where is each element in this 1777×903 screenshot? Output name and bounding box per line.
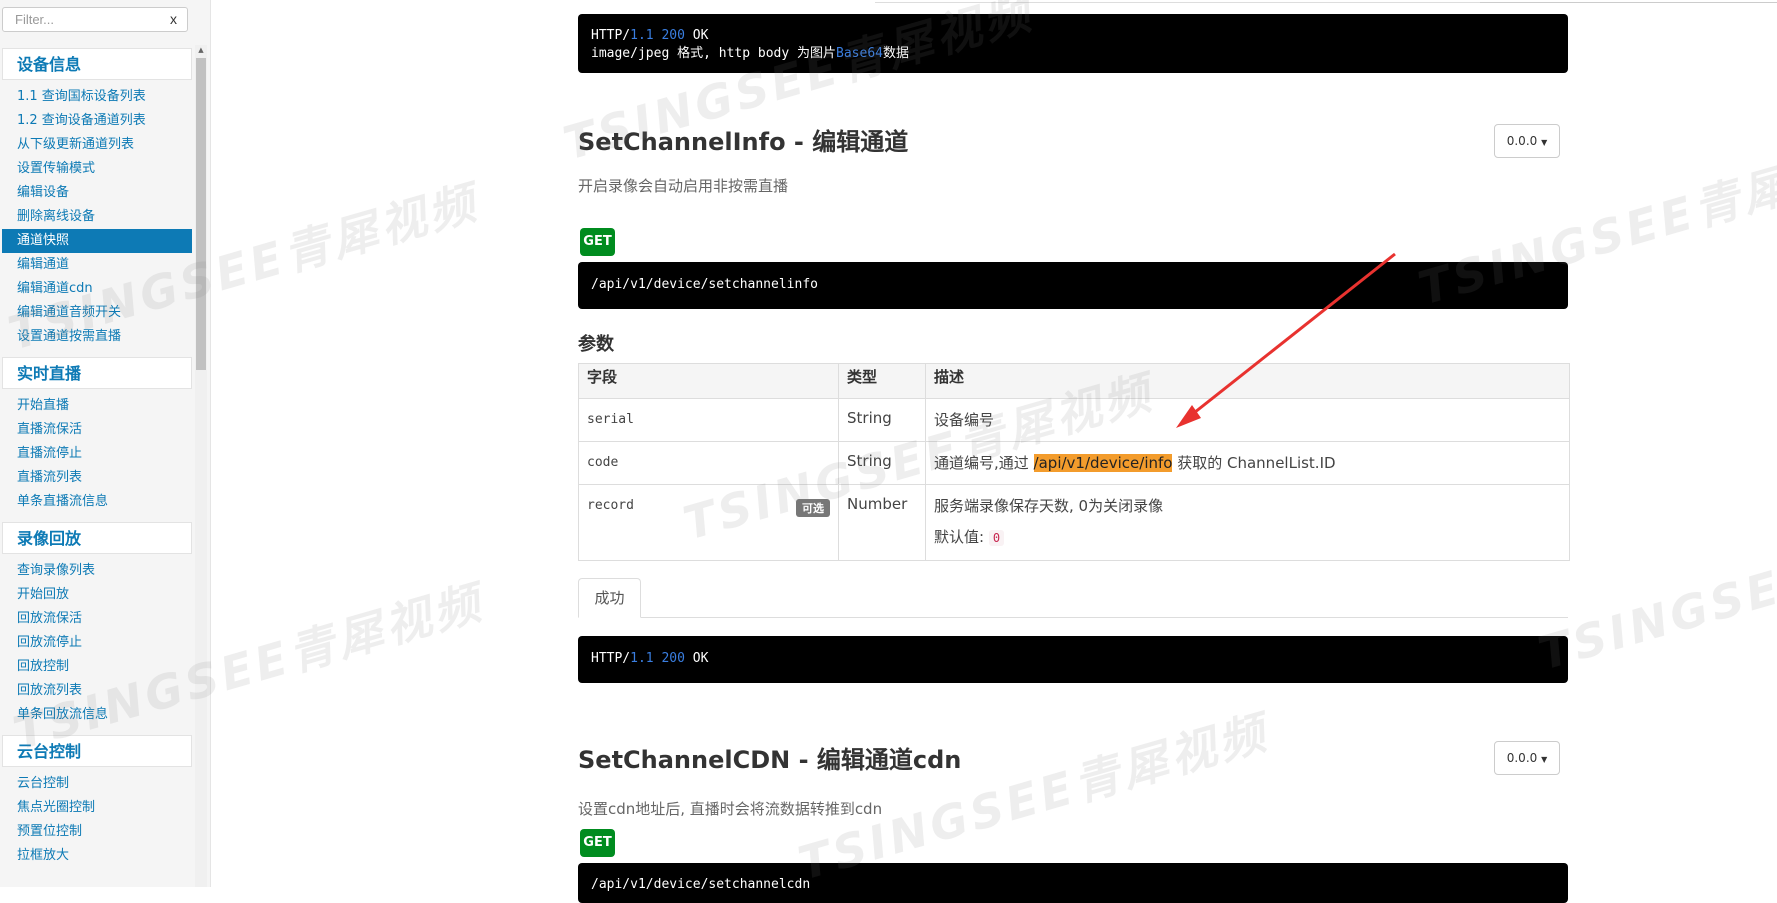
tab-success[interactable]: 成功 xyxy=(578,578,641,618)
sidebar-item[interactable]: 焦点光圈控制 xyxy=(2,796,192,820)
sidebar-item[interactable]: 删除离线设备 xyxy=(2,205,192,229)
method-badge: GET xyxy=(580,829,615,857)
sidebar-item[interactable]: 云台控制 xyxy=(2,772,192,796)
section-description: 设置cdn地址后, 直播时会将流数据转推到cdn xyxy=(578,800,883,818)
nav-item-list: 开始直播 直播流保活 直播流停止 直播流列表 单条直播流信息 xyxy=(2,389,192,514)
response-code-block: HTTP/1.1 200 OK image/jpeg 格式, http body… xyxy=(578,14,1568,73)
sidebar-item[interactable]: 1.2 查询设备通道列表 xyxy=(2,109,192,133)
sidebar-item[interactable]: 单条回放流信息 xyxy=(2,703,192,727)
divider xyxy=(1480,0,1777,3)
header-type: 类型 xyxy=(838,363,926,399)
sidebar-item[interactable]: 开始回放 xyxy=(2,583,192,607)
sidebar-nav: 设备信息 1.1 查询国标设备列表 1.2 查询设备通道列表 从下级更新通道列表 设置传… xyxy=(2,48,192,876)
default-value: 0 xyxy=(988,530,1005,546)
sidebar-item[interactable]: 直播流列表 xyxy=(2,466,192,490)
section-title: SetChannelInfo - 编辑通道 xyxy=(578,128,909,156)
nav-item-list: 查询录像列表 开始回放 回放流保活 回放流停止 回放控制 回放流列表 单条回放流信息 xyxy=(2,554,192,727)
response-line: image/jpeg 格式, http body 为图片Base64数据 xyxy=(591,46,909,61)
version-dropdown[interactable]: 0.0.0 ▼ xyxy=(1494,741,1560,775)
sidebar-item[interactable]: 回放流停止 xyxy=(2,631,192,655)
table-row: record 可选 Number 服务端录像保存天数, 0为关闭录像 默认值: 0 xyxy=(578,484,1570,561)
params-title: 参数 xyxy=(578,334,614,355)
sidebar-item[interactable]: 开始直播 xyxy=(2,394,192,418)
sidebar-item[interactable]: 编辑设备 xyxy=(2,181,192,205)
version-dropdown[interactable]: 0.0.0 ▼ xyxy=(1494,124,1560,158)
cell-field: code xyxy=(578,441,839,485)
nav-group: 设备信息 1.1 查询国标设备列表 1.2 查询设备通道列表 从下级更新通道列表 设置传… xyxy=(2,48,192,349)
sidebar-item[interactable]: 回放流保活 xyxy=(2,607,192,631)
cell-type: Number xyxy=(838,484,926,561)
table-row: serial String 设备编号 xyxy=(578,398,1570,442)
nav-group: 录像回放 查询录像列表 开始回放 回放流保活 回放流停止 回放控制 回放流列表 单条回放流信息 xyxy=(2,522,192,727)
sidebar: x 设备信息1.1 查询国标设备列表1.2 查询设备通道列表从下级更新通道列表设… xyxy=(0,0,211,887)
table-header-row: 字段 类型 描述 xyxy=(578,363,1570,399)
nav-group-header[interactable]: 云台控制 xyxy=(2,735,192,767)
response-tabs-bar xyxy=(578,617,1568,618)
cell-type: String xyxy=(838,398,926,442)
nav-item-list: 1.1 查询国标设备列表 1.2 查询设备通道列表 从下级更新通道列表 设置传输模式编… xyxy=(2,80,192,349)
section-title: SetChannelCDN - 编辑通道cdn xyxy=(578,746,962,774)
sidebar-item[interactable]: 设置传输模式 xyxy=(2,157,192,181)
sidebar-item[interactable]: 回放控制 xyxy=(2,655,192,679)
endpoint-path: /api/v1/device/setchannelinfo xyxy=(591,277,818,292)
sidebar-item[interactable]: 回放流列表 xyxy=(2,679,192,703)
header-desc: 描述 xyxy=(925,363,1570,399)
sidebar-item[interactable]: 查询录像列表 xyxy=(2,559,192,583)
sidebar-item[interactable]: 编辑通道 xyxy=(2,253,192,277)
cell-desc: 设备编号 xyxy=(925,398,1570,442)
nav-item-list: 云台控制 焦点光圈控制 预置位控制 拉框放大 xyxy=(2,767,192,868)
caret-down-icon: ▼ xyxy=(1541,755,1548,764)
highlighted-link[interactable]: /api/v1/device/info xyxy=(1033,454,1173,472)
scroll-thumb[interactable] xyxy=(196,58,206,370)
cell-desc: 服务端录像保存天数, 0为关闭录像 默认值: 0 xyxy=(925,484,1570,561)
sidebar-item[interactable]: 设置通道按需直播 xyxy=(2,325,192,349)
method-badge: GET xyxy=(580,228,615,256)
response-line: HTTP/1.1 200 OK xyxy=(591,28,709,43)
params-table: 字段 类型 描述 serial String 设备编号 code String … xyxy=(578,363,1570,561)
sidebar-item[interactable]: 通道快照 xyxy=(2,229,192,253)
header-field: 字段 xyxy=(578,363,839,399)
cell-field: record 可选 xyxy=(578,484,839,561)
optional-badge: 可选 xyxy=(796,499,830,517)
sidebar-item[interactable]: 编辑通道cdn xyxy=(2,277,192,301)
sidebar-item[interactable]: 预置位控制 xyxy=(2,820,192,844)
endpoint-code-block: /api/v1/device/setchannelcdn xyxy=(578,863,1568,903)
cell-type: String xyxy=(838,441,926,485)
filter-input[interactable] xyxy=(3,8,165,31)
cell-desc: 通道编号,通过 /api/v1/device/info 获取的 ChannelL… xyxy=(925,441,1570,485)
nav-group-header[interactable]: 录像回放 xyxy=(2,522,192,554)
table-row: code String 通道编号,通过 /api/v1/device/info … xyxy=(578,441,1570,485)
clear-filter-button[interactable]: x xyxy=(170,11,177,27)
main-content: HTTP/1.1 200 OK image/jpeg 格式, http body… xyxy=(210,0,1777,903)
sidebar-scrollbar[interactable]: ▲ xyxy=(195,45,207,887)
nav-group: 云台控制 云台控制 焦点光圈控制 预置位控制 拉框放大 xyxy=(2,735,192,868)
endpoint-path: /api/v1/device/setchannelcdn xyxy=(591,877,811,892)
caret-down-icon: ▼ xyxy=(1541,138,1548,147)
sidebar-item[interactable]: 单条直播流信息 xyxy=(2,490,192,514)
filter-box: x xyxy=(2,7,188,32)
nav-group: 实时直播 开始直播 直播流保活 直播流停止 直播流列表 单条直播流信息 xyxy=(2,357,192,514)
nav-group-header[interactable]: 实时直播 xyxy=(2,357,192,389)
sidebar-item[interactable]: 编辑通道音频开关 xyxy=(2,301,192,325)
nav-group-header[interactable]: 设备信息 xyxy=(2,48,192,80)
cell-field: serial xyxy=(578,398,839,442)
scroll-up-arrow-icon[interactable]: ▲ xyxy=(195,45,207,55)
sidebar-item[interactable]: 直播流停止 xyxy=(2,442,192,466)
sidebar-item[interactable]: 拉框放大 xyxy=(2,844,192,868)
sidebar-item[interactable]: 从下级更新通道列表 xyxy=(2,133,192,157)
sidebar-item[interactable]: 1.1 查询国标设备列表 xyxy=(2,85,192,109)
sidebar-item[interactable]: 直播流保活 xyxy=(2,418,192,442)
section-description: 开启录像会自动启用非按需直播 xyxy=(578,177,789,195)
response-code-block: HTTP/1.1 200 OK xyxy=(578,636,1568,683)
endpoint-code-block: /api/v1/device/setchannelinfo xyxy=(578,262,1568,309)
